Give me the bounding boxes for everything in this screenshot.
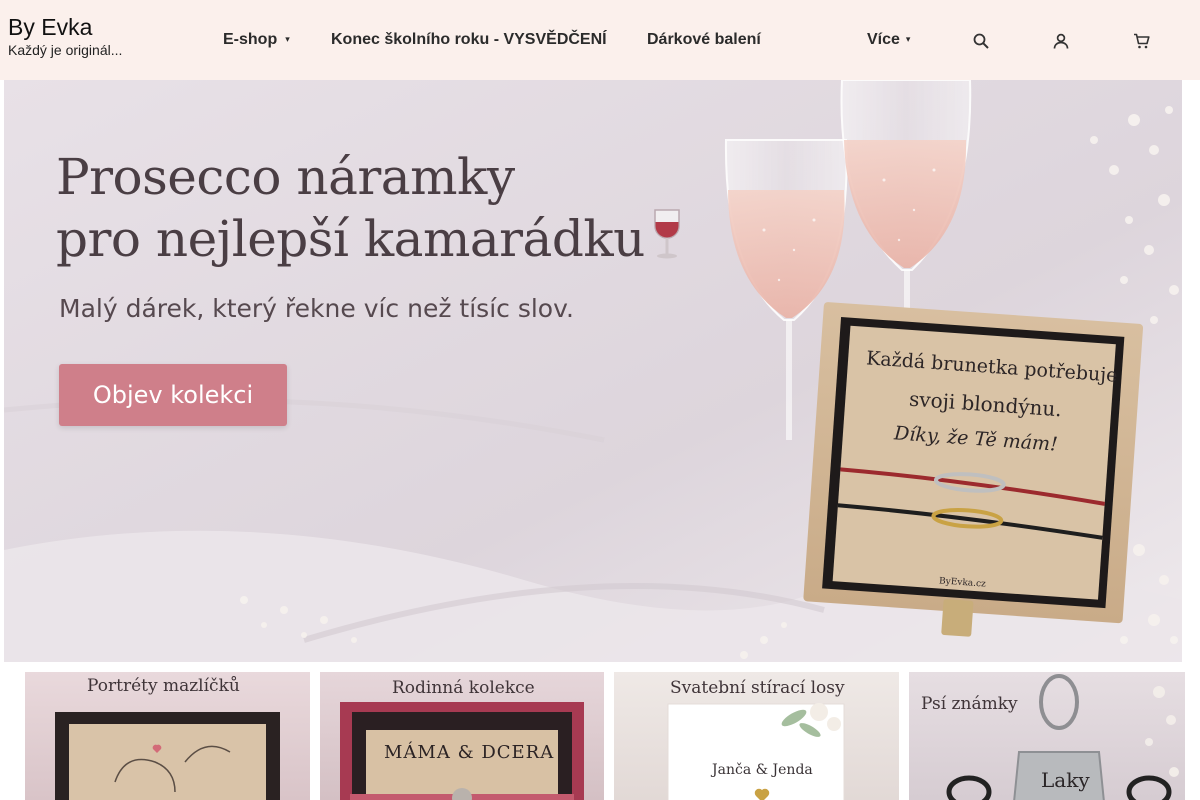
chevron-down-icon: ▾ [905, 34, 911, 44]
tile-family-collection[interactable]: Rodinná kolekce MÁMA & DCERA [320, 672, 604, 800]
chevron-down-icon: ▾ [285, 34, 290, 44]
tile-dog-tags-title: Psí známky [921, 694, 1018, 714]
nav-more-label: Více [867, 31, 900, 48]
hero-title: Prosecco náramky pro nejlepší kamarádku [56, 146, 683, 274]
hero-title-line1: Prosecco náramky [56, 148, 515, 206]
nav-school[interactable]: Konec školního roku - VYSVĚDČENÍ [331, 30, 607, 50]
tile-wedding-scratch[interactable]: Svatební stírací losy Janča & Jenda [614, 672, 899, 800]
nav-more[interactable]: Více ▾ [867, 30, 910, 51]
nav-eshop-label: E-shop [223, 31, 278, 48]
cart-icon[interactable] [1132, 32, 1150, 50]
hero-subtitle: Malý dárek, který řekne víc než tísíc sl… [59, 294, 574, 323]
nav-eshop[interactable]: E-shop ▾ [223, 30, 290, 51]
tile-family-collection-title: Rodinná kolekce [392, 678, 535, 698]
hero-banner[interactable]: Prosecco náramky pro nejlepší kamarádku … [4, 80, 1182, 662]
nav-gift[interactable]: Dárkové balení [647, 30, 761, 50]
user-icon[interactable] [1052, 32, 1070, 50]
brand-tagline: Každý je originál... [8, 42, 123, 58]
site-header: By Evka Každý je originál... E-shop ▾ Kon… [0, 0, 1200, 80]
tile-dog-tags[interactable]: Psí známky Laky [909, 672, 1185, 800]
wine-glass-icon [651, 208, 683, 274]
hero-title-line2: pro nejlepší kamarádku [56, 208, 683, 274]
tile-family-card-text: MÁMA & DCERA [384, 742, 555, 763]
hero-title-line2-text: pro nejlepší kamarádku [56, 210, 645, 268]
tile-wedding-card-text: Janča & Jenda [712, 762, 813, 778]
tile-wedding-scratch-title: Svatební stírací losy [670, 678, 845, 698]
tile-pet-portraits[interactable]: Portréty mazlíčků [25, 672, 310, 800]
brand-name[interactable]: By Evka [8, 14, 122, 40]
tile-pet-portraits-title: Portréty mazlíčků [87, 676, 240, 696]
discover-collection-button[interactable]: Objev kolekci [59, 364, 287, 426]
brand[interactable]: By Evka Každý je originál... [8, 14, 122, 58]
search-icon[interactable] [972, 32, 990, 50]
tile-dog-tag-text: Laky [1041, 768, 1090, 792]
